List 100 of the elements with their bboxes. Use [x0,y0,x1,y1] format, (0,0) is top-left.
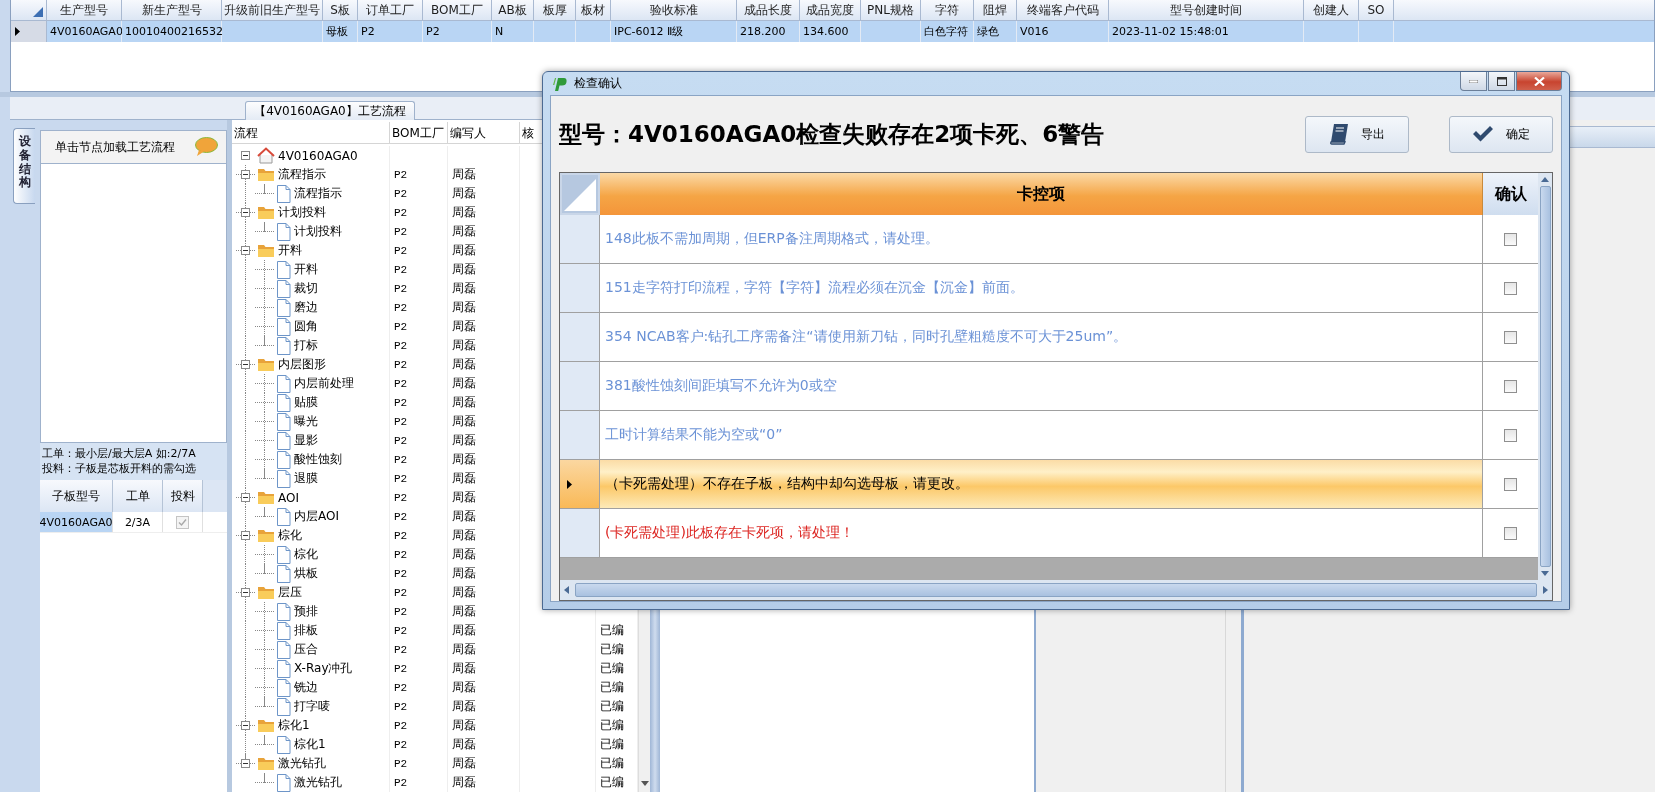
tree-item[interactable]: 计划投料 [278,204,326,221]
scroll-thumb[interactable] [575,583,1537,597]
tree-item[interactable]: 计划投料 [294,223,342,240]
tree-item[interactable]: 内层前处理 [294,375,354,392]
checkbox[interactable] [1504,428,1517,442]
column-header[interactable]: 订单工厂 [358,0,423,21]
tree-item[interactable]: 棕化1 [278,717,310,734]
tree-item[interactable]: 烘板 [294,565,318,582]
column-header[interactable]: 升级前旧生产型号 [222,0,323,21]
checkbox[interactable] [1504,526,1517,540]
tree-item[interactable]: 开料 [294,261,318,278]
tree-item[interactable]: 流程指示 [278,166,326,183]
collapse-icon[interactable] [241,531,250,540]
close-button[interactable] [1516,72,1562,91]
column-header[interactable]: 子板型号 [40,480,113,512]
table-cell: P2 [394,225,408,238]
table-cell: 4V0160AGA0 [47,21,122,42]
column-header[interactable]: PNL规格 [861,0,921,21]
tree-item[interactable]: 棕化 [278,527,302,544]
tree-item[interactable]: 开料 [278,242,302,259]
confirm-button[interactable]: 确定 [1449,115,1553,153]
tree-item[interactable]: 激光钻孔 [294,774,342,791]
column-header[interactable]: 板厚 [534,0,576,21]
column-header[interactable]: SO [1359,0,1394,21]
tree-item[interactable]: 层压 [278,584,302,601]
column-header[interactable]: BOM工厂 [390,122,448,143]
collapse-icon[interactable] [241,721,250,730]
checkbox[interactable] [1504,330,1517,344]
tree-item[interactable]: 压合 [294,641,318,658]
row-pointer-icon [567,479,572,489]
tree-item[interactable]: 铣边 [294,679,318,696]
tree-item[interactable]: 酸性蚀刻 [294,451,342,468]
scroll-up-icon[interactable] [1541,177,1549,182]
column-header[interactable]: S板 [323,0,358,21]
collapse-icon[interactable] [241,208,250,217]
column-header[interactable]: 创建人 [1304,0,1359,21]
scroll-down-icon[interactable] [1541,571,1549,576]
scroll-right-icon[interactable] [1543,586,1548,594]
column-header[interactable]: 板材 [576,0,611,21]
tree-item[interactable]: 磨边 [294,299,318,316]
tree-item[interactable]: 打字唛 [294,698,330,715]
tree-item[interactable]: 裁切 [294,280,318,297]
checkbox[interactable] [1504,477,1517,491]
collapse-icon[interactable] [241,360,250,369]
row-header[interactable] [11,21,47,42]
table-cell: P2 [394,586,408,599]
scroll-thumb[interactable] [1539,186,1551,567]
tree-item[interactable]: 激光钻孔 [278,755,326,772]
tree-item[interactable]: 棕化1 [294,736,326,753]
column-header[interactable]: 阻焊 [974,0,1017,21]
maximize-button[interactable] [1488,72,1515,91]
tree-item[interactable]: X-Ray冲孔 [294,660,353,677]
scroll-left-icon[interactable] [564,586,569,594]
column-header[interactable]: BOM工厂 [423,0,492,21]
tree-item[interactable]: 显影 [294,432,318,449]
side-tab[interactable]: 设备结构 [13,128,35,204]
tree-item[interactable]: 预排 [294,603,318,620]
collapse-icon[interactable] [241,246,250,255]
export-button[interactable]: 导出 [1305,115,1409,153]
folder-icon [257,756,275,771]
tree-item[interactable]: 内层图形 [278,356,326,373]
column-header[interactable]: 字符 [921,0,974,21]
tree-item[interactable]: 流程指示 [294,185,342,202]
tree-item[interactable]: 圆角 [294,318,318,335]
column-header[interactable]: 型号创建时间 [1109,0,1304,21]
column-header[interactable]: 新生产型号 [122,0,222,21]
column-header[interactable]: 生产型号 [47,0,122,21]
collapse-icon[interactable] [241,493,250,502]
column-header[interactable]: 成品宽度 [800,0,861,21]
checkbox[interactable] [1504,281,1517,295]
tree-item[interactable]: 打标 [294,337,318,354]
column-header[interactable]: 验收标准 [611,0,737,21]
column-header[interactable]: 卡控项 [600,173,1483,215]
tree-item[interactable]: 退膜 [294,470,318,487]
scrollbar[interactable] [1538,173,1552,580]
column-header[interactable]: 投料 [163,480,203,512]
column-header[interactable]: 编写人 [448,122,520,143]
tree-item[interactable]: 棕化 [294,546,318,563]
document-icon [276,735,291,754]
minimize-button[interactable] [1460,72,1487,91]
checkbox[interactable] [1504,232,1517,246]
scrollbar[interactable] [560,580,1552,600]
tree-item[interactable]: 贴膜 [294,394,318,411]
collapse-icon[interactable] [241,170,250,179]
collapse-icon[interactable] [241,588,250,597]
column-header[interactable]: AB板 [492,0,534,21]
tree-item[interactable]: AOI [278,490,299,505]
column-header[interactable]: 成品长度 [737,0,800,21]
tree-item[interactable]: 4V0160AGA0 [278,148,358,163]
checkbox[interactable] [1504,379,1517,393]
scroll-down-icon[interactable] [641,781,649,786]
tree-item[interactable]: 曝光 [294,413,318,430]
column-header[interactable]: 终端客户代码 [1017,0,1109,21]
column-header[interactable]: 确认 [1483,173,1538,215]
tree-item[interactable]: 排板 [294,622,318,639]
collapse-icon[interactable] [241,759,250,768]
column-header[interactable]: 流程 [232,122,390,143]
collapse-icon[interactable] [241,151,250,160]
column-header[interactable]: 工单 [113,480,163,512]
tree-item[interactable]: 内层AOI [294,508,339,525]
